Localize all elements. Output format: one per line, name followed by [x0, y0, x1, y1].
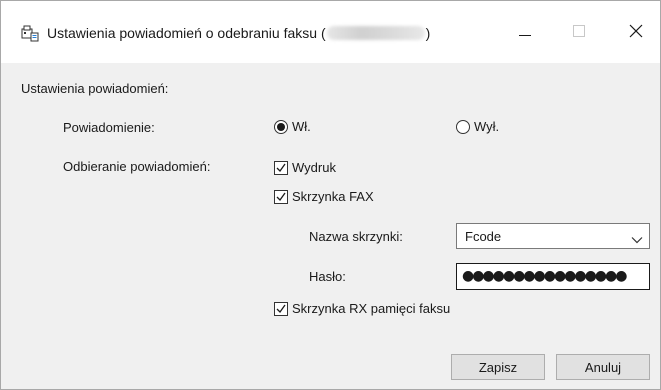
- fax-box-label: Skrzynka FAX: [292, 189, 374, 204]
- radio-selected-dot: [277, 122, 285, 131]
- maximize-icon: [573, 24, 585, 40]
- notification-label: Powiadomienie:: [63, 120, 155, 135]
- notification-off-radio[interactable]: Wył.: [456, 119, 499, 134]
- close-button[interactable]: [613, 15, 659, 49]
- box-name-value: Fcode: [465, 229, 502, 244]
- password-field[interactable]: ●●●●●●●●●●●●●●●●: [456, 263, 650, 290]
- fax-settings-icon: [21, 24, 39, 42]
- chevron-down-icon: [631, 232, 643, 247]
- window-title: Ustawienia powiadomień o odebraniu faksu…: [47, 25, 430, 41]
- radio-indicator: [274, 119, 288, 134]
- checkbox-indicator: [274, 301, 288, 316]
- print-checkbox[interactable]: Wydruk: [274, 160, 336, 175]
- title-bar[interactable]: Ustawienia powiadomień o odebraniu faksu…: [1, 1, 660, 63]
- checkmark-icon: [276, 304, 286, 313]
- window-title-suffix: ): [425, 25, 431, 41]
- dialog-content: Ustawienia powiadomień: Powiadomienie: W…: [1, 63, 660, 389]
- checkmark-icon: [276, 163, 286, 172]
- redacted-device-name: [326, 26, 425, 40]
- box-name-select[interactable]: Fcode: [456, 223, 650, 249]
- notification-on-radio[interactable]: Wł.: [274, 119, 311, 134]
- password-value: ●●●●●●●●●●●●●●●●: [462, 268, 627, 284]
- print-label: Wydruk: [292, 160, 336, 175]
- checkmark-icon: [276, 192, 286, 201]
- close-icon: [629, 24, 643, 41]
- cancel-button[interactable]: Anuluj: [556, 354, 650, 380]
- notification-off-label: Wył.: [474, 119, 500, 134]
- minimize-icon: [519, 25, 531, 40]
- box-name-label: Nazwa skrzynki:: [309, 229, 403, 244]
- notification-on-label: Wł.: [292, 119, 311, 134]
- memory-box-label: Skrzynka RX pamięci faksu: [292, 301, 451, 316]
- dialog-window: Ustawienia powiadomień o odebraniu faksu…: [0, 0, 661, 390]
- save-button[interactable]: Zapisz: [451, 354, 545, 380]
- maximize-button: [556, 15, 602, 49]
- receiving-label: Odbieranie powiadomień:: [63, 159, 211, 174]
- fax-box-checkbox[interactable]: Skrzynka FAX: [274, 189, 374, 204]
- section-heading: Ustawienia powiadomień:: [21, 81, 169, 96]
- password-label: Hasło:: [309, 269, 346, 284]
- minimize-button[interactable]: [502, 15, 548, 49]
- checkbox-indicator: [274, 160, 288, 175]
- window-title-prefix: Ustawienia powiadomień o odebraniu faksu…: [47, 25, 326, 41]
- memory-box-checkbox[interactable]: Skrzynka RX pamięci faksu: [274, 301, 450, 316]
- radio-indicator: [456, 119, 470, 134]
- checkbox-indicator: [274, 189, 288, 204]
